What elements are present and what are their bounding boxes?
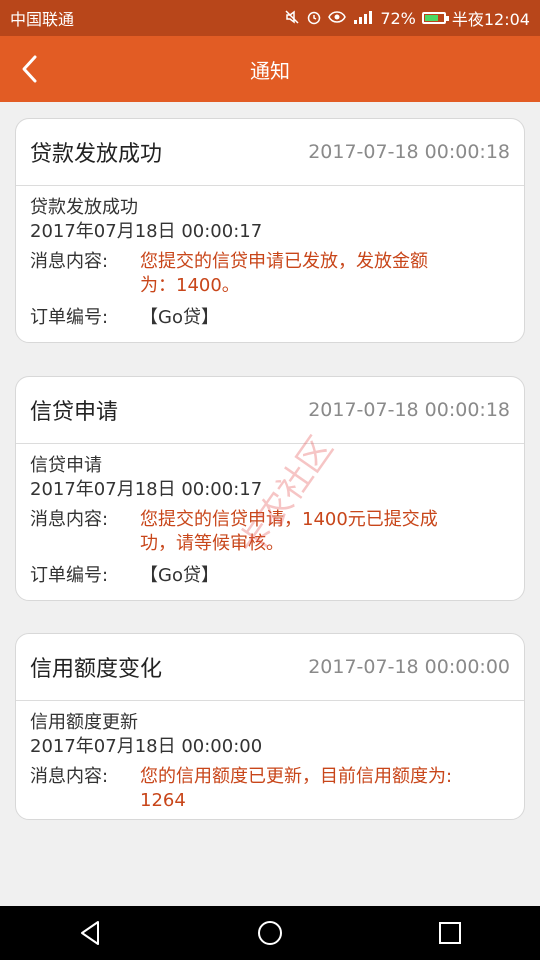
card-body: 信用额度更新 2017年07月18日 00:00:00 消息内容: 您的信用额度…	[16, 701, 524, 813]
order-value: 【Go贷】	[140, 307, 219, 328]
status-bar: 中国联通 72% 半夜12:04	[0, 0, 540, 36]
carrier-label: 中国联通	[10, 10, 75, 29]
signal-icon	[352, 10, 374, 27]
content-row: 消息内容: 您提交的信贷申请已发放，发放金额 为：1400。	[30, 250, 510, 298]
nav-recents-button[interactable]	[420, 906, 480, 960]
content-line: 您提交的信贷申请已发放，发放金额	[140, 251, 428, 272]
card-title: 信贷申请	[30, 400, 119, 425]
notification-card[interactable]: 贷款发放成功 2017-07-18 00:00:18 贷款发放成功 2017年0…	[15, 118, 525, 343]
eye-icon	[328, 10, 347, 27]
card-title: 信用额度变化	[30, 657, 163, 682]
card-header: 贷款发放成功 2017-07-18 00:00:18	[16, 119, 524, 186]
chevron-left-icon	[22, 55, 37, 83]
card-time: 2017-07-18 00:00:18	[308, 141, 510, 163]
content-line: 功，请等候审核。	[140, 533, 284, 554]
order-value: 【Go贷】	[140, 565, 219, 586]
content-line: 为：1400。	[140, 275, 240, 296]
card-subtitle: 信用额度更新	[30, 712, 138, 733]
card-time: 2017-07-18 00:00:00	[308, 656, 510, 678]
content-line: 您提交的信贷申请，1400元已提交成	[140, 509, 438, 530]
card-subtitle: 信贷申请	[30, 455, 102, 476]
card-datetime: 2017年07月18日 00:00:17	[30, 221, 263, 242]
card-subtitle: 贷款发放成功	[30, 197, 138, 218]
alarm-icon	[306, 9, 322, 28]
clock: 半夜12:04	[451, 10, 530, 29]
triangle-back-icon	[81, 921, 99, 945]
card-header: 信贷申请 2017-07-18 00:00:18	[16, 377, 524, 444]
content-label: 消息内容:	[30, 766, 109, 787]
content-value: 您的信用额度已更新，目前信用额度为: 1264	[140, 765, 452, 813]
notification-card[interactable]: 信用额度变化 2017-07-18 00:00:00 信用额度更新 2017年0…	[15, 633, 525, 820]
card-body: 信贷申请 2017年07月18日 00:00:17 消息内容: 您提交的信贷申请…	[16, 444, 524, 588]
notification-card[interactable]: 信贷申请 2017-07-18 00:00:18 信贷申请 2017年07月18…	[15, 376, 525, 601]
back-button[interactable]	[8, 36, 52, 102]
card-datetime: 2017年07月18日 00:00:00	[30, 736, 263, 757]
content-value: 您提交的信贷申请，1400元已提交成 功，请等候审核。	[140, 508, 438, 556]
content-line: 1264	[140, 790, 186, 811]
nav-back-button[interactable]	[60, 906, 120, 960]
order-label: 订单编号:	[30, 565, 109, 586]
content-label: 消息内容:	[30, 509, 109, 530]
content-value: 您提交的信贷申请已发放，发放金额 为：1400。	[140, 250, 428, 298]
content-line: 您的信用额度已更新，目前信用额度为:	[140, 766, 453, 787]
status-icons: 72% 半夜12:04	[284, 6, 530, 30]
nav-home-button[interactable]	[240, 906, 300, 960]
notification-list[interactable]: 贷款发放成功 2017-07-18 00:00:18 贷款发放成功 2017年0…	[0, 102, 540, 906]
battery-percent: 72%	[380, 8, 416, 28]
battery-icon	[421, 12, 449, 24]
card-time: 2017-07-18 00:00:18	[308, 399, 510, 421]
order-label: 订单编号:	[30, 307, 109, 328]
battery-fill	[424, 15, 438, 21]
card-datetime: 2017年07月18日 00:00:17	[30, 479, 263, 500]
square-recents-icon	[439, 922, 461, 944]
content-label: 消息内容:	[30, 251, 109, 272]
content-row: 消息内容: 您提交的信贷申请，1400元已提交成 功，请等候审核。	[30, 508, 510, 556]
circle-home-icon	[258, 921, 282, 945]
page-title: 通知	[250, 58, 290, 83]
content-row: 消息内容: 您的信用额度已更新，目前信用额度为: 1264	[30, 765, 510, 813]
app-bar: 通知	[0, 36, 540, 102]
card-header: 信用额度变化 2017-07-18 00:00:00	[16, 634, 524, 701]
mute-icon	[284, 9, 300, 28]
card-body: 贷款发放成功 2017年07月18日 00:00:17 消息内容: 您提交的信贷…	[16, 186, 524, 330]
system-nav-bar	[0, 906, 540, 960]
order-row: 订单编号: 【Go贷】	[30, 564, 510, 588]
card-title: 贷款发放成功	[30, 142, 163, 167]
order-row: 订单编号: 【Go贷】	[30, 306, 510, 330]
